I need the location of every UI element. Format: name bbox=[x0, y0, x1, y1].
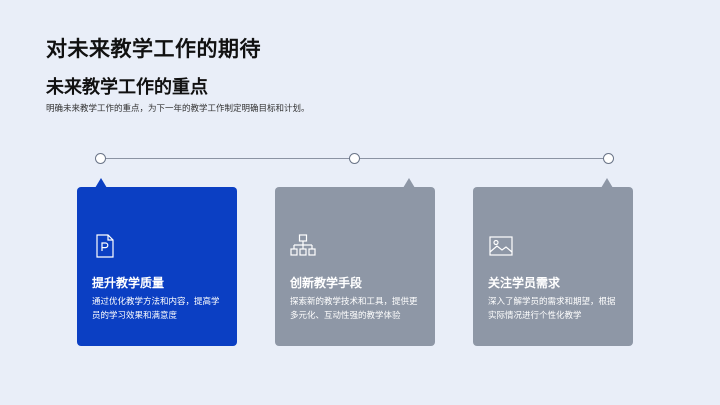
timeline-node-2 bbox=[349, 153, 360, 164]
section-description: 明确未来教学工作的重点，为下一年的教学工作制定明确目标和计划。 bbox=[46, 104, 310, 114]
card-student-needs[interactable]: 关注学员需求 深入了解学员的需求和期望，根据实际情况进行个性化教学 bbox=[473, 178, 633, 346]
card-innovate-methods[interactable]: 创新教学手段 探索新的教学技术和工具，提供更多元化、互动性强的教学体验 bbox=[275, 178, 435, 346]
card-pointer bbox=[403, 178, 415, 188]
card-pointer bbox=[95, 178, 107, 188]
section-title: 未来教学工作的重点 bbox=[46, 77, 208, 98]
card-title: 提升教学质量 bbox=[92, 276, 165, 290]
image-icon bbox=[489, 236, 513, 256]
page-title: 对未来教学工作的期待 bbox=[46, 37, 261, 61]
hierarchy-icon bbox=[290, 234, 316, 256]
card-pointer bbox=[601, 178, 613, 188]
card-improve-quality[interactable]: 提升教学质量 通过优化教学方法和内容，提高学员的学习效果和满意度 bbox=[77, 178, 237, 346]
timeline-node-3 bbox=[603, 153, 614, 164]
card-description: 通过优化教学方法和内容，提高学员的学习效果和满意度 bbox=[92, 297, 220, 321]
card-description: 深入了解学员的需求和期望，根据实际情况进行个性化教学 bbox=[488, 297, 616, 321]
card-title: 创新教学手段 bbox=[290, 276, 363, 290]
card-title: 关注学员需求 bbox=[488, 276, 561, 290]
timeline-node-1 bbox=[95, 153, 106, 164]
document-p-icon bbox=[96, 234, 114, 258]
card-description: 探索新的教学技术和工具，提供更多元化、互动性强的教学体验 bbox=[290, 297, 418, 321]
